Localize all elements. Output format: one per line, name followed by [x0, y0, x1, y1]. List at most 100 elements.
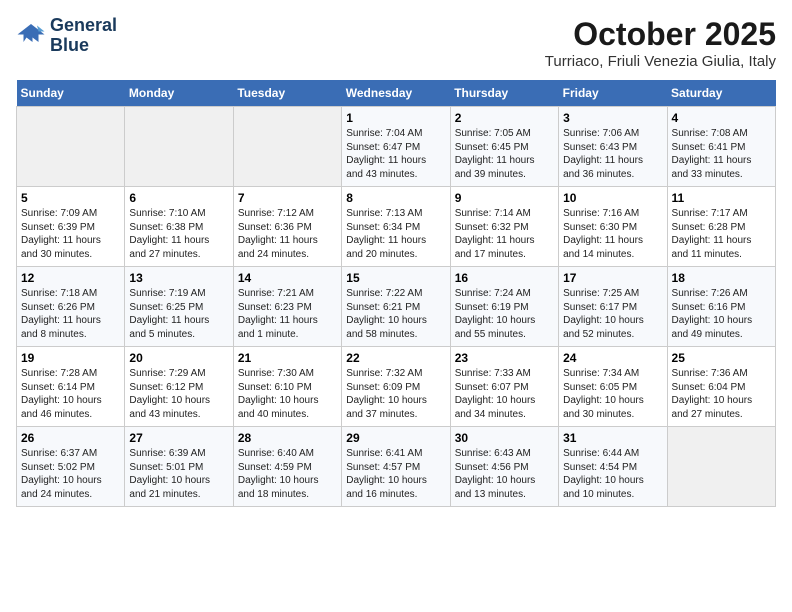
day-cell: 18 Sunrise: 7:26 AM Sunset: 6:16 PM Dayli…	[667, 267, 775, 347]
day-number: 2	[455, 111, 554, 125]
day-number: 8	[346, 191, 445, 205]
day-cell: 8 Sunrise: 7:13 AM Sunset: 6:34 PM Daylig…	[342, 187, 450, 267]
day-cell	[17, 107, 125, 187]
header-cell-saturday: Saturday	[667, 80, 775, 107]
month-title: October 2025	[545, 16, 776, 53]
day-info: Sunrise: 6:43 AM Sunset: 4:56 PM Dayligh…	[455, 447, 554, 501]
logo: General Blue	[16, 16, 117, 56]
day-number: 20	[129, 351, 228, 365]
day-cell: 28 Sunrise: 6:40 AM Sunset: 4:59 PM Dayli…	[233, 427, 341, 507]
logo-text: General Blue	[50, 16, 117, 56]
day-info: Sunrise: 7:18 AM Sunset: 6:26 PM Dayligh…	[21, 287, 120, 341]
day-info: Sunrise: 7:22 AM Sunset: 6:21 PM Dayligh…	[346, 287, 445, 341]
day-cell: 23 Sunrise: 7:33 AM Sunset: 6:07 PM Dayli…	[450, 347, 558, 427]
day-number: 6	[129, 191, 228, 205]
day-cell: 15 Sunrise: 7:22 AM Sunset: 6:21 PM Dayli…	[342, 267, 450, 347]
day-cell: 4 Sunrise: 7:08 AM Sunset: 6:41 PM Daylig…	[667, 107, 775, 187]
day-info: Sunrise: 7:30 AM Sunset: 6:10 PM Dayligh…	[238, 367, 337, 421]
day-cell: 10 Sunrise: 7:16 AM Sunset: 6:30 PM Dayli…	[559, 187, 667, 267]
day-number: 27	[129, 431, 228, 445]
day-cell: 5 Sunrise: 7:09 AM Sunset: 6:39 PM Daylig…	[17, 187, 125, 267]
day-cell	[125, 107, 233, 187]
day-cell: 6 Sunrise: 7:10 AM Sunset: 6:38 PM Daylig…	[125, 187, 233, 267]
day-cell: 22 Sunrise: 7:32 AM Sunset: 6:09 PM Dayli…	[342, 347, 450, 427]
day-cell: 2 Sunrise: 7:05 AM Sunset: 6:45 PM Daylig…	[450, 107, 558, 187]
day-number: 3	[563, 111, 662, 125]
day-cell: 31 Sunrise: 6:44 AM Sunset: 4:54 PM Dayli…	[559, 427, 667, 507]
day-cell: 21 Sunrise: 7:30 AM Sunset: 6:10 PM Dayli…	[233, 347, 341, 427]
day-number: 26	[21, 431, 120, 445]
day-info: Sunrise: 7:26 AM Sunset: 6:16 PM Dayligh…	[672, 287, 771, 341]
day-number: 10	[563, 191, 662, 205]
calendar-table: SundayMondayTuesdayWednesdayThursdayFrid…	[16, 80, 776, 507]
day-info: Sunrise: 7:09 AM Sunset: 6:39 PM Dayligh…	[21, 207, 120, 261]
day-number: 12	[21, 271, 120, 285]
day-info: Sunrise: 7:36 AM Sunset: 6:04 PM Dayligh…	[672, 367, 771, 421]
day-number: 31	[563, 431, 662, 445]
week-row-5: 26 Sunrise: 6:37 AM Sunset: 5:02 PM Dayli…	[17, 427, 776, 507]
day-number: 29	[346, 431, 445, 445]
day-number: 1	[346, 111, 445, 125]
day-info: Sunrise: 7:24 AM Sunset: 6:19 PM Dayligh…	[455, 287, 554, 341]
day-number: 17	[563, 271, 662, 285]
day-cell: 29 Sunrise: 6:41 AM Sunset: 4:57 PM Dayli…	[342, 427, 450, 507]
day-info: Sunrise: 7:05 AM Sunset: 6:45 PM Dayligh…	[455, 127, 554, 181]
day-number: 14	[238, 271, 337, 285]
day-info: Sunrise: 7:21 AM Sunset: 6:23 PM Dayligh…	[238, 287, 337, 341]
day-number: 18	[672, 271, 771, 285]
day-number: 21	[238, 351, 337, 365]
day-cell: 9Sunrise: 7:14 AM Sunset: 6:32 PM Daylig…	[450, 187, 558, 267]
day-cell: 14 Sunrise: 7:21 AM Sunset: 6:23 PM Dayli…	[233, 267, 341, 347]
day-info: Sunrise: 7:33 AM Sunset: 6:07 PM Dayligh…	[455, 367, 554, 421]
header-cell-tuesday: Tuesday	[233, 80, 341, 107]
day-cell: 16 Sunrise: 7:24 AM Sunset: 6:19 PM Dayli…	[450, 267, 558, 347]
day-number: 15	[346, 271, 445, 285]
page-header: General Blue October 2025 Turriaco, Friu…	[16, 16, 776, 70]
day-info: Sunrise: 7:34 AM Sunset: 6:05 PM Dayligh…	[563, 367, 662, 421]
day-cell	[667, 427, 775, 507]
header-row: SundayMondayTuesdayWednesdayThursdayFrid…	[17, 80, 776, 107]
calendar-header: SundayMondayTuesdayWednesdayThursdayFrid…	[17, 80, 776, 107]
week-row-2: 5 Sunrise: 7:09 AM Sunset: 6:39 PM Daylig…	[17, 187, 776, 267]
day-info: Sunrise: 7:08 AM Sunset: 6:41 PM Dayligh…	[672, 127, 771, 181]
day-cell: 13Sunrise: 7:19 AM Sunset: 6:25 PM Dayli…	[125, 267, 233, 347]
day-cell: 19 Sunrise: 7:28 AM Sunset: 6:14 PM Dayli…	[17, 347, 125, 427]
day-info: Sunrise: 7:04 AM Sunset: 6:47 PM Dayligh…	[346, 127, 445, 181]
day-cell: 26 Sunrise: 6:37 AM Sunset: 5:02 PM Dayli…	[17, 427, 125, 507]
day-number: 19	[21, 351, 120, 365]
day-cell: 17Sunrise: 7:25 AM Sunset: 6:17 PM Dayli…	[559, 267, 667, 347]
day-info: Sunrise: 7:10 AM Sunset: 6:38 PM Dayligh…	[129, 207, 228, 261]
day-number: 16	[455, 271, 554, 285]
day-number: 5	[21, 191, 120, 205]
day-number: 23	[455, 351, 554, 365]
day-number: 11	[672, 191, 771, 205]
day-cell: 20Sunrise: 7:29 AM Sunset: 6:12 PM Dayli…	[125, 347, 233, 427]
day-info: Sunrise: 6:41 AM Sunset: 4:57 PM Dayligh…	[346, 447, 445, 501]
day-cell	[233, 107, 341, 187]
day-cell: 27 Sunrise: 6:39 AM Sunset: 5:01 PM Dayli…	[125, 427, 233, 507]
week-row-1: 1 Sunrise: 7:04 AM Sunset: 6:47 PM Daylig…	[17, 107, 776, 187]
day-number: 28	[238, 431, 337, 445]
day-info: Sunrise: 7:12 AM Sunset: 6:36 PM Dayligh…	[238, 207, 337, 261]
day-cell: 30 Sunrise: 6:43 AM Sunset: 4:56 PM Dayli…	[450, 427, 558, 507]
day-number: 30	[455, 431, 554, 445]
day-number: 22	[346, 351, 445, 365]
day-number: 25	[672, 351, 771, 365]
day-info: Sunrise: 7:19 AM Sunset: 6:25 PM Dayligh…	[129, 287, 228, 341]
day-info: Sunrise: 7:06 AM Sunset: 6:43 PM Dayligh…	[563, 127, 662, 181]
header-cell-thursday: Thursday	[450, 80, 558, 107]
day-info: Sunrise: 7:32 AM Sunset: 6:09 PM Dayligh…	[346, 367, 445, 421]
day-info: Sunrise: 7:28 AM Sunset: 6:14 PM Dayligh…	[21, 367, 120, 421]
day-cell: 3 Sunrise: 7:06 AM Sunset: 6:43 PM Daylig…	[559, 107, 667, 187]
day-info: Sunrise: 6:40 AM Sunset: 4:59 PM Dayligh…	[238, 447, 337, 501]
day-cell: 7Sunrise: 7:12 AM Sunset: 6:36 PM Daylig…	[233, 187, 341, 267]
day-info: Sunrise: 7:16 AM Sunset: 6:30 PM Dayligh…	[563, 207, 662, 261]
week-row-4: 19 Sunrise: 7:28 AM Sunset: 6:14 PM Dayli…	[17, 347, 776, 427]
day-cell: 24Sunrise: 7:34 AM Sunset: 6:05 PM Dayli…	[559, 347, 667, 427]
day-info: Sunrise: 6:39 AM Sunset: 5:01 PM Dayligh…	[129, 447, 228, 501]
day-number: 4	[672, 111, 771, 125]
day-info: Sunrise: 7:13 AM Sunset: 6:34 PM Dayligh…	[346, 207, 445, 261]
day-info: Sunrise: 6:44 AM Sunset: 4:54 PM Dayligh…	[563, 447, 662, 501]
day-info: Sunrise: 6:37 AM Sunset: 5:02 PM Dayligh…	[21, 447, 120, 501]
day-info: Sunrise: 7:14 AM Sunset: 6:32 PM Dayligh…	[455, 207, 554, 261]
